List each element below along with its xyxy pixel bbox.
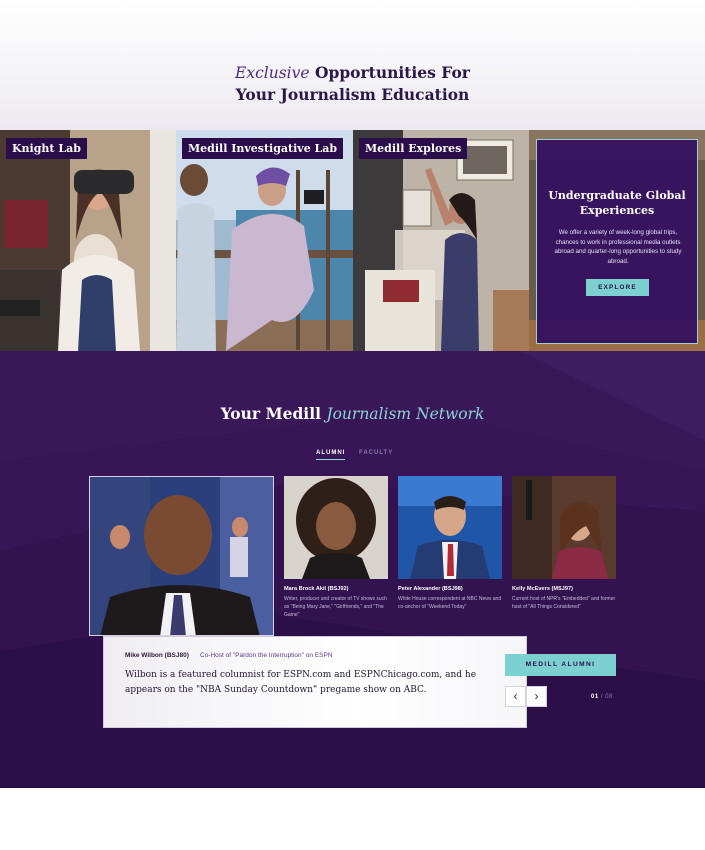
- alum-description: Current host of NPR's "Embedded" and for…: [512, 596, 616, 610]
- global-experiences-card: Undergraduate Global Experiences We offe…: [536, 139, 698, 344]
- hero-heading-emphasis: Exclusive: [235, 64, 310, 82]
- hero-section: Exclusive Opportunities For Your Journal…: [0, 0, 705, 130]
- alum-photo: [512, 476, 616, 579]
- prev-arrow-button[interactable]: ‹: [505, 686, 526, 707]
- chevron-left-icon: ‹: [513, 689, 518, 703]
- alum-image: [284, 476, 388, 579]
- chevron-right-icon: ›: [534, 689, 539, 703]
- tile-label-investigative-lab: Medill Investigative Lab: [182, 138, 344, 159]
- journalism-network-section: Your Medill Journalism Network ALUMNI FA…: [0, 351, 705, 788]
- alum-card[interactable]: Peter Alexander (BSJ98) White House corr…: [398, 476, 502, 612]
- alum-photo: [284, 476, 388, 579]
- knight-lab-photo: [0, 130, 176, 351]
- hero-heading: Exclusive Opportunities For Your Journal…: [0, 62, 705, 106]
- knight-lab-tile[interactable]: Knight Lab: [0, 130, 176, 351]
- alum-card[interactable]: Kelly McEvers (MSJ97) Current host of NP…: [512, 476, 616, 612]
- next-arrow-button[interactable]: ›: [526, 686, 547, 707]
- carousel-pager: 01 / 08: [591, 694, 613, 700]
- network-heading-plain: Your Medill: [220, 404, 321, 423]
- tab-alumni[interactable]: ALUMNI: [316, 450, 346, 460]
- alum-description: White House correspondent at NBC News an…: [398, 596, 502, 610]
- featured-alum-name: Mike Wilbon (BSJ80): [125, 652, 189, 659]
- tile-label-medill-explores: Medill Explores: [359, 138, 468, 159]
- opportunities-strip: Knight Lab Medill Investigative Lab Medi…: [0, 130, 705, 351]
- pager-separator: /: [600, 694, 604, 700]
- alum-description: Writer, producer and creator of TV shows…: [284, 596, 387, 618]
- network-heading: Your Medill Journalism Network: [0, 404, 705, 423]
- alum-name: Kelly McEvers (MSJ97): [512, 586, 573, 592]
- alum-name: Peter Alexander (BSJ98): [398, 586, 463, 592]
- featured-alum-photo[interactable]: [89, 476, 274, 636]
- network-heading-emphasis: Journalism Network: [326, 405, 485, 423]
- hero-heading-line1: Opportunities For: [314, 63, 470, 82]
- featured-alum-card: Mike Wilbon (BSJ80) Co-Host of "Pardon t…: [103, 636, 527, 728]
- featured-alum-bio: Wilbon is a featured columnist for ESPN.…: [125, 670, 477, 695]
- alum-image: [512, 476, 616, 579]
- tile-label-knight-lab: Knight Lab: [6, 138, 87, 159]
- investigative-lab-photo: [176, 130, 353, 351]
- global-experiences-title: Undergraduate Global Experiences: [548, 189, 686, 217]
- medill-alumni-button[interactable]: MEDILL ALUMNI: [505, 654, 616, 676]
- medill-explores-photo: [353, 130, 529, 351]
- pager-total: 08: [605, 694, 613, 700]
- alum-card[interactable]: Mara Brock Akil (BSJ92) Writer, producer…: [284, 476, 388, 619]
- featured-alum-role: Co-Host of "Pardon the Interruption" on …: [200, 652, 333, 659]
- alum-name: Mara Brock Akil (BSJ92): [284, 586, 349, 592]
- featured-alum-image: [90, 477, 273, 635]
- global-experiences-description: We offer a variety of week-long global t…: [554, 229, 682, 265]
- tab-faculty[interactable]: FACULTY: [359, 450, 393, 456]
- alum-photo: [398, 476, 502, 579]
- investigative-lab-tile[interactable]: Medill Investigative Lab: [176, 130, 353, 351]
- medill-explores-tile[interactable]: Medill Explores: [353, 130, 529, 351]
- pager-current: 01: [591, 694, 599, 700]
- hero-heading-line2: Your Journalism Education: [235, 85, 470, 104]
- alum-image: [398, 476, 502, 579]
- explore-button[interactable]: EXPLORE: [586, 279, 649, 296]
